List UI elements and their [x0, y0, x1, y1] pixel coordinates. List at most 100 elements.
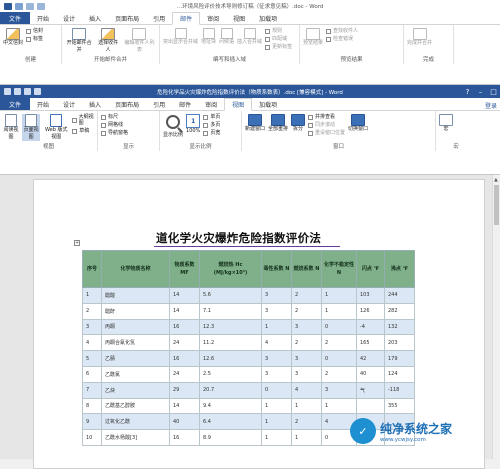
highlight-icon: [174, 28, 187, 39]
tab-design[interactable]: 设计: [56, 98, 82, 110]
table-row: 7 乙炔 29 20.7 0 4 3 气 -118: [82, 381, 415, 399]
tab-addins[interactable]: 加载项: [252, 98, 284, 110]
check-errors-button[interactable]: 检查错误: [326, 36, 358, 42]
vertical-scrollbar[interactable]: ▲: [492, 175, 500, 459]
group-window: 新建窗口 全部重排 拆分 并排查看 同步滚动 重设窗口位置 切换窗口 窗口: [242, 111, 436, 151]
preview-results-button[interactable]: 预览结果: [303, 28, 323, 47]
web-layout-button[interactable]: Web 版式视图: [43, 114, 69, 141]
chinese-envelope-button[interactable]: 中文信封: [3, 28, 23, 47]
new-window-button[interactable]: 新建窗口: [245, 114, 265, 133]
tab-home[interactable]: 开始: [30, 12, 56, 24]
labels-button[interactable]: 标签: [26, 36, 43, 42]
group-create: 中文信封 信封 标签 创建: [0, 25, 62, 64]
zoom-100-button[interactable]: 1 100%: [186, 114, 200, 135]
header-name: 化学物质名称: [101, 250, 170, 288]
select-recipients-button[interactable]: 选择收件人: [96, 28, 120, 54]
find-recipient-button[interactable]: 查找收件人: [326, 28, 358, 34]
title-bar: …环境风险评价技术导则修订稿（征求意见稿）.doc - Word: [0, 0, 500, 12]
save-icon[interactable]: [14, 88, 21, 95]
table-cell: -4: [356, 318, 385, 336]
tab-view[interactable]: 视图: [224, 98, 253, 111]
tab-review[interactable]: 审阅: [200, 12, 226, 24]
tab-insert[interactable]: 插入: [82, 98, 108, 110]
read-mode-button[interactable]: 阅读视图: [3, 114, 19, 141]
rules-button[interactable]: 规则: [265, 28, 292, 34]
ruler-checkbox[interactable]: 标尺: [101, 114, 128, 120]
tab-insert[interactable]: 插入: [82, 12, 108, 24]
labels-label: 标签: [33, 36, 44, 42]
table-cell: 醋酐: [101, 302, 170, 320]
redo-icon[interactable]: [34, 88, 41, 95]
tab-file[interactable]: 文件: [0, 12, 31, 24]
update-labels-button[interactable]: 更新标签: [265, 44, 292, 50]
tab-design[interactable]: 设计: [56, 12, 82, 24]
table-cell: 14: [169, 397, 200, 415]
maximize-icon[interactable]: □: [489, 88, 498, 96]
arrange-all-button[interactable]: 全部重排: [268, 114, 288, 133]
group-finish: 完成并合并 完成: [404, 25, 454, 64]
print-layout-button[interactable]: 页面视图: [22, 114, 41, 141]
scroll-thumb[interactable]: [494, 185, 499, 225]
redo-icon[interactable]: [37, 2, 45, 10]
zoom-100-label: 100%: [186, 128, 201, 134]
highlight-fields-button[interactable]: 突出显示合并域: [163, 28, 198, 46]
tab-file[interactable]: 文件: [0, 98, 31, 110]
tab-layout[interactable]: 页面布局: [108, 12, 146, 24]
table-cell: 2: [321, 365, 357, 383]
group-label-start-merge: 开始邮件合并: [93, 57, 127, 63]
tab-references[interactable]: 引用: [146, 12, 172, 24]
outline-button[interactable]: 大纲视图: [72, 114, 94, 126]
undo-icon[interactable]: [24, 88, 31, 95]
watermark: ✓ 纯净系统之家 www.ycwjsy.com: [350, 418, 452, 444]
tab-addins[interactable]: 加载项: [252, 12, 284, 24]
table-cell: 6.4: [199, 413, 262, 431]
edit-recipients-button[interactable]: 编辑收件人列表: [123, 28, 156, 54]
reset-position-button[interactable]: 重设窗口位置: [308, 130, 345, 136]
page-width-button[interactable]: 页宽: [203, 130, 220, 136]
tab-review[interactable]: 审阅: [198, 98, 224, 110]
tab-view[interactable]: 视图: [226, 12, 252, 24]
tab-references[interactable]: 引用: [146, 98, 172, 110]
login-link[interactable]: 登录: [485, 101, 497, 110]
multi-page-button[interactable]: 多页: [203, 122, 220, 128]
scroll-up-icon[interactable]: ▲: [494, 177, 498, 183]
envelopes-button[interactable]: 信封: [26, 28, 43, 34]
tab-layout[interactable]: 页面布局: [108, 98, 146, 110]
zoom-button[interactable]: 显示比例: [163, 114, 183, 139]
tab-home[interactable]: 开始: [30, 98, 56, 110]
finish-merge-button[interactable]: 完成并合并: [407, 28, 432, 47]
word-window-view: 危险化学品火灾爆炸危险指数评价法（物质系数表）.doc [兼容模式] - Wor…: [0, 85, 500, 175]
table-move-handle[interactable]: +: [74, 240, 80, 246]
address-block-button[interactable]: 地址块: [201, 28, 216, 46]
save-icon[interactable]: [15, 2, 23, 10]
insert-field-button[interactable]: 插入合并域: [237, 28, 262, 46]
match-fields-button[interactable]: 匹配域: [265, 36, 292, 42]
update-labels-label: 更新标签: [272, 44, 293, 50]
nav-pane-checkbox[interactable]: 导航窗格: [101, 130, 128, 136]
tab-mailings[interactable]: 邮件: [172, 12, 201, 25]
word-logo-icon: [4, 2, 12, 10]
table-cell: 3: [261, 365, 292, 383]
table-cell: 14: [169, 302, 200, 320]
start-merge-button[interactable]: 开始邮件合并: [65, 28, 93, 54]
nav-pane-label: 导航窗格: [108, 130, 129, 136]
greeting-button[interactable]: 问候语: [219, 28, 234, 46]
gridlines-checkbox[interactable]: 网格线: [101, 122, 128, 128]
table-cell: 12.3: [199, 318, 262, 336]
one-page-button[interactable]: 单页: [203, 114, 220, 120]
macros-button[interactable]: 宏: [439, 114, 453, 133]
switch-windows-button[interactable]: 切换窗口: [348, 114, 368, 133]
page-icon: [25, 114, 38, 127]
help-icon[interactable]: ?: [463, 88, 472, 96]
table-cell: 乙腈: [101, 350, 170, 367]
minimize-icon[interactable]: –: [476, 88, 485, 96]
table-cell: 2: [321, 334, 357, 352]
undo-icon[interactable]: [26, 2, 34, 10]
sync-scroll-button[interactable]: 同步滚动: [308, 122, 345, 128]
table-cell: 24: [169, 365, 200, 383]
side-by-side-button[interactable]: 并排查看: [308, 114, 345, 120]
draft-button[interactable]: 草稿: [72, 128, 94, 134]
split-button[interactable]: 拆分: [291, 114, 306, 133]
tab-mailings[interactable]: 邮件: [172, 98, 198, 110]
table-header-row: 序号 化学物质名称 物质系数 MF 燃烧热 Hc (MJ/kg×10³) 毒性系…: [82, 250, 415, 288]
